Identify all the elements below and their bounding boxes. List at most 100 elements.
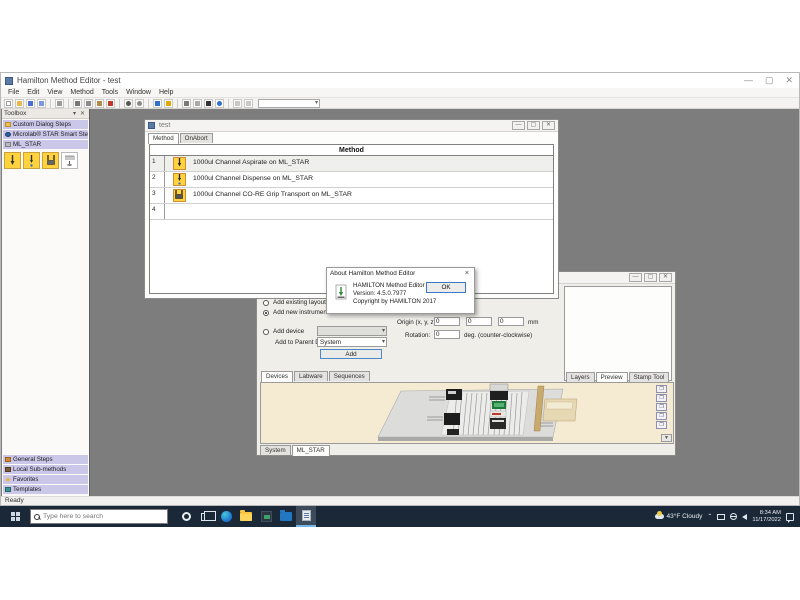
toolbox-group-ml-star[interactable]: ML_STAR xyxy=(3,140,88,149)
maximize-button[interactable]: ▢ xyxy=(644,273,657,282)
minimize-button[interactable]: — xyxy=(629,273,642,282)
menu-window[interactable]: Window xyxy=(122,89,155,96)
tab-layers[interactable]: Layers xyxy=(566,372,595,382)
pinned-app-button[interactable] xyxy=(256,506,276,527)
view-window-icon-3[interactable]: ❐ xyxy=(656,403,667,411)
menu-help[interactable]: Help xyxy=(155,89,177,96)
radio-add-device[interactable] xyxy=(263,329,269,335)
pointer-icon[interactable] xyxy=(204,99,213,108)
paste-icon[interactable] xyxy=(95,99,104,108)
ok-button[interactable]: OK xyxy=(426,282,466,293)
run-icon[interactable] xyxy=(153,99,162,108)
origin-x-field[interactable] xyxy=(434,317,460,326)
tab-method[interactable]: Method xyxy=(148,133,179,144)
taskbar-search[interactable] xyxy=(30,509,168,524)
minimize-button[interactable]: — xyxy=(512,121,525,130)
toolbox-item-local-sub-methods[interactable]: Local Sub-methods xyxy=(3,465,88,474)
rotation-field[interactable] xyxy=(434,330,460,339)
breakpoint-icon[interactable] xyxy=(193,99,202,108)
close-button[interactable]: ✕ xyxy=(542,121,555,130)
add-button[interactable]: Add xyxy=(320,349,382,359)
menu-file[interactable]: File xyxy=(4,89,23,96)
network-tray-icon[interactable] xyxy=(730,513,737,520)
close-button[interactable]: ✕ xyxy=(659,273,672,282)
cortana-button[interactable] xyxy=(176,506,196,527)
view-window-icon-4[interactable]: ❐ xyxy=(656,412,667,420)
radio-add-new-instrument[interactable] xyxy=(263,310,269,316)
minimize-button[interactable]: — xyxy=(744,74,753,87)
clock[interactable]: 8:34 AM 11/17/2022 xyxy=(752,510,781,523)
device-combobox[interactable] xyxy=(317,326,387,336)
radio-add-existing-layout-label: Add existing layout xyxy=(273,299,326,306)
view-window-icon-1[interactable]: ❐ xyxy=(656,385,667,393)
delete-icon[interactable] xyxy=(106,99,115,108)
open-icon[interactable] xyxy=(15,99,24,108)
toolbox-item-general-steps[interactable]: General Steps xyxy=(3,455,88,464)
origin-y-field[interactable] xyxy=(466,317,492,326)
grid-icon[interactable] xyxy=(244,99,253,108)
menu-tools[interactable]: Tools xyxy=(98,89,122,96)
tab-stamp-tool[interactable]: Stamp Tool xyxy=(629,372,670,382)
menu-method[interactable]: Method xyxy=(66,89,97,96)
hidden-icons-chevron[interactable]: ⌃ xyxy=(707,513,712,520)
chevron-down-icon[interactable]: ▾ xyxy=(71,110,78,117)
view-window-icon-2[interactable]: ❐ xyxy=(656,394,667,402)
deck-3d-view[interactable]: ❐ ❐ ❐ ❐ ❐ ▼ xyxy=(260,382,674,444)
maximize-button[interactable]: ▢ xyxy=(765,74,774,87)
table-row[interactable]: 2 1000ul Channel Dispense on ML_STAR xyxy=(150,172,553,188)
toolbox-group-custom-dialog-steps[interactable]: Custom Dialog Steps xyxy=(3,120,88,129)
display-tray-icon[interactable] xyxy=(717,514,725,520)
parent-deck-combobox[interactable]: System xyxy=(317,337,387,347)
tab-onabort[interactable]: OnAbort xyxy=(180,133,213,143)
start-button[interactable] xyxy=(0,506,30,527)
edge-button[interactable] xyxy=(216,506,236,527)
table-row[interactable]: 1 1000ul Channel Aspirate on ML_STAR xyxy=(150,156,553,172)
menu-edit[interactable]: Edit xyxy=(23,89,43,96)
menu-view[interactable]: View xyxy=(43,89,66,96)
help-icon[interactable] xyxy=(215,99,224,108)
pause-icon[interactable] xyxy=(164,99,173,108)
weather-widget[interactable]: 43°F Cloudy xyxy=(655,513,703,520)
search-input[interactable] xyxy=(43,513,153,520)
layout-icon[interactable] xyxy=(233,99,242,108)
volume-tray-icon[interactable] xyxy=(742,514,747,520)
hamilton-taskbar-button[interactable] xyxy=(296,506,316,527)
tip-rack-step-icon[interactable] xyxy=(61,152,78,169)
toolbox-item-favorites[interactable]: Favorites xyxy=(3,475,88,484)
origin-z-field[interactable] xyxy=(498,317,524,326)
bookmark-icon[interactable] xyxy=(182,99,191,108)
scroll-down-icon[interactable]: ▼ xyxy=(661,434,672,442)
documents-app-button[interactable] xyxy=(276,506,296,527)
find-next-icon[interactable] xyxy=(135,99,144,108)
close-button[interactable]: ✕ xyxy=(785,74,793,87)
maximize-button[interactable]: ▢ xyxy=(527,121,540,130)
tab-devices[interactable]: Devices xyxy=(261,371,293,382)
print-icon[interactable] xyxy=(55,99,64,108)
toolbox-group-star-smart-steps[interactable]: Microlab® STAR Smart Steps xyxy=(3,130,88,139)
task-view-button[interactable] xyxy=(196,506,216,527)
copy-icon[interactable] xyxy=(84,99,93,108)
close-icon[interactable]: ✕ xyxy=(78,110,87,117)
aspirate-step-icon[interactable] xyxy=(4,152,21,169)
tab-ml-star[interactable]: ML_STAR xyxy=(292,445,330,456)
cut-icon[interactable] xyxy=(73,99,82,108)
dispense-step-icon[interactable] xyxy=(23,152,40,169)
action-center-icon[interactable] xyxy=(786,513,794,521)
close-icon[interactable]: × xyxy=(463,270,471,277)
table-row[interactable]: 3 1000ul Channel CO-RE Grip Transport on… xyxy=(150,188,553,204)
new-icon[interactable] xyxy=(4,99,13,108)
find-icon[interactable] xyxy=(124,99,133,108)
tab-labware[interactable]: Labware xyxy=(294,371,328,381)
save-all-icon[interactable] xyxy=(37,99,46,108)
table-row[interactable]: 4 xyxy=(150,204,553,220)
save-icon[interactable] xyxy=(26,99,35,108)
toolbox-item-templates[interactable]: Templates xyxy=(3,485,88,494)
radio-add-existing-layout[interactable] xyxy=(263,300,269,306)
instrument-icon xyxy=(5,142,11,147)
tab-system[interactable]: System xyxy=(260,445,291,455)
grip-transport-step-icon[interactable] xyxy=(42,152,59,169)
file-explorer-button[interactable] xyxy=(236,506,256,527)
tab-sequences[interactable]: Sequences xyxy=(329,371,370,381)
toolbar-combobox[interactable] xyxy=(258,99,320,108)
view-window-icon-5[interactable]: ❐ xyxy=(656,421,667,429)
